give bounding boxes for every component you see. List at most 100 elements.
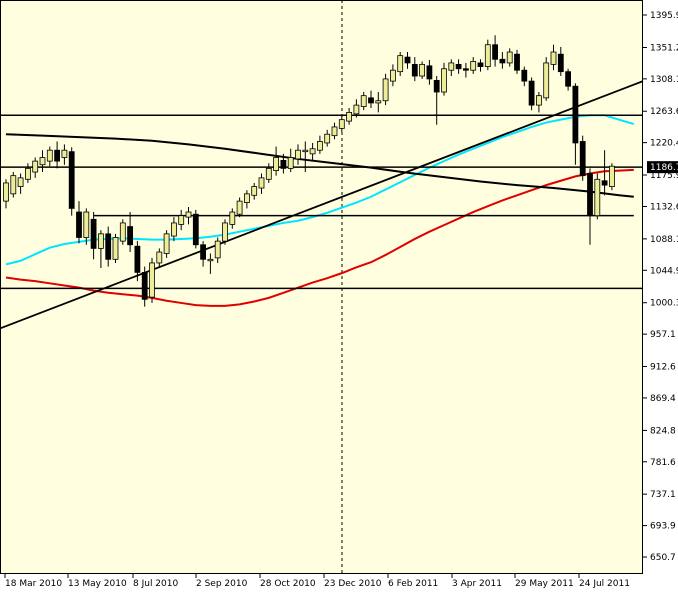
candle bbox=[419, 61, 426, 79]
candle-body bbox=[156, 251, 163, 264]
candle bbox=[192, 209, 199, 249]
y-tick-label: 1308.1 bbox=[650, 75, 678, 85]
x-tick-label: 24 Jul 2011 bbox=[579, 579, 630, 589]
y-tick-label: 693.9 bbox=[650, 522, 676, 532]
candle bbox=[528, 77, 535, 111]
candle bbox=[163, 230, 170, 258]
candle-body bbox=[185, 211, 192, 218]
candle-body bbox=[433, 79, 440, 93]
candle-body bbox=[119, 222, 126, 242]
candle-body bbox=[32, 160, 39, 173]
y-tick-label: 1351.2 bbox=[650, 44, 678, 54]
candle-body bbox=[98, 233, 104, 249]
candle-body bbox=[280, 159, 287, 169]
candle-body bbox=[521, 69, 528, 82]
y-tick-label: 912.6 bbox=[650, 363, 676, 373]
candle-body bbox=[557, 53, 564, 73]
candle-body bbox=[601, 180, 608, 186]
y-tick-label: 1220.4 bbox=[650, 139, 678, 149]
candle bbox=[594, 173, 601, 220]
y-tick-label: 737.1 bbox=[650, 490, 676, 500]
candle-body bbox=[543, 62, 550, 99]
candle-body bbox=[68, 151, 75, 209]
candle-body bbox=[287, 157, 294, 169]
candle bbox=[222, 219, 228, 245]
candle bbox=[149, 257, 155, 303]
candle bbox=[609, 163, 615, 191]
candle-body bbox=[448, 62, 455, 71]
y-tick-label: 869.4 bbox=[650, 394, 676, 404]
candle-body bbox=[411, 63, 418, 77]
candle-body bbox=[61, 149, 68, 158]
chart: 1395.91351.21308.11263.61220.41175.91132… bbox=[0, 0, 678, 590]
candle-body bbox=[251, 186, 258, 196]
y-tick-label: 1132.6 bbox=[650, 203, 678, 213]
y-tick-label: 1000.3 bbox=[650, 299, 678, 309]
x-tick-label: 23 Dec 2010 bbox=[324, 579, 382, 589]
candle-body bbox=[331, 126, 338, 137]
candle-body bbox=[83, 211, 90, 238]
candle-body bbox=[579, 141, 586, 177]
x-tick-label: 13 May 2010 bbox=[68, 579, 127, 589]
candle-body bbox=[506, 51, 513, 64]
candle-body bbox=[309, 148, 316, 155]
candle-body bbox=[382, 78, 389, 102]
candle-body bbox=[243, 193, 250, 203]
candle-body bbox=[192, 213, 199, 246]
candle-body bbox=[419, 63, 426, 77]
candle bbox=[579, 135, 586, 181]
candle-body bbox=[536, 95, 542, 106]
candle-body bbox=[265, 167, 272, 180]
y-tick-label: 650.7 bbox=[650, 553, 676, 563]
candle-body bbox=[316, 141, 323, 151]
candle-body bbox=[178, 215, 185, 225]
candle-body bbox=[134, 245, 141, 273]
candle-body bbox=[353, 104, 360, 115]
candle-body bbox=[462, 68, 469, 71]
candle-body bbox=[528, 80, 535, 106]
price-chart: 1395.91351.21308.11263.61220.41175.91132… bbox=[0, 0, 678, 589]
candle-body bbox=[499, 58, 506, 64]
candle-body bbox=[514, 53, 520, 71]
candle-body bbox=[477, 62, 484, 67]
x-tick-label: 3 Apr 2011 bbox=[452, 579, 502, 589]
x-tick-label: 29 May 2011 bbox=[515, 579, 574, 589]
candle-body bbox=[105, 233, 112, 260]
x-tick-label: 2 Sep 2010 bbox=[196, 579, 248, 589]
candle-body bbox=[214, 240, 221, 259]
candle-body bbox=[236, 200, 243, 215]
candle-body bbox=[375, 100, 382, 104]
candle bbox=[112, 233, 119, 263]
candle-body bbox=[441, 68, 447, 93]
candle-body bbox=[39, 157, 46, 166]
candle-body bbox=[389, 69, 396, 82]
candle-body bbox=[397, 55, 404, 73]
candle-body bbox=[207, 258, 214, 262]
candle-body bbox=[258, 177, 265, 189]
candle-body bbox=[222, 222, 228, 242]
candle-body bbox=[10, 175, 17, 195]
candle-body bbox=[90, 218, 97, 249]
candle-body bbox=[404, 56, 411, 64]
candle-body bbox=[302, 149, 309, 153]
candle-body bbox=[127, 226, 133, 246]
y-tick-label: 824.8 bbox=[650, 426, 676, 436]
candle-body bbox=[594, 178, 601, 217]
candle-body bbox=[170, 222, 177, 237]
candle-body bbox=[346, 111, 353, 122]
candle-body bbox=[295, 149, 301, 160]
y-tick-label: 1395.9 bbox=[650, 11, 678, 21]
candle bbox=[10, 172, 17, 198]
candle-body bbox=[229, 211, 236, 225]
candle-body bbox=[324, 133, 331, 144]
candle-body bbox=[24, 167, 31, 180]
candle-body bbox=[273, 157, 280, 171]
candle-body bbox=[455, 63, 462, 70]
candle-body bbox=[484, 44, 491, 67]
candle-body bbox=[149, 262, 155, 298]
candle-body bbox=[141, 271, 148, 300]
x-tick-label: 28 Oct 2010 bbox=[260, 579, 316, 589]
candle-body bbox=[112, 237, 119, 260]
y-tick-label: 1044.9 bbox=[650, 266, 678, 276]
x-tick-label: 6 Feb 2011 bbox=[388, 579, 438, 589]
